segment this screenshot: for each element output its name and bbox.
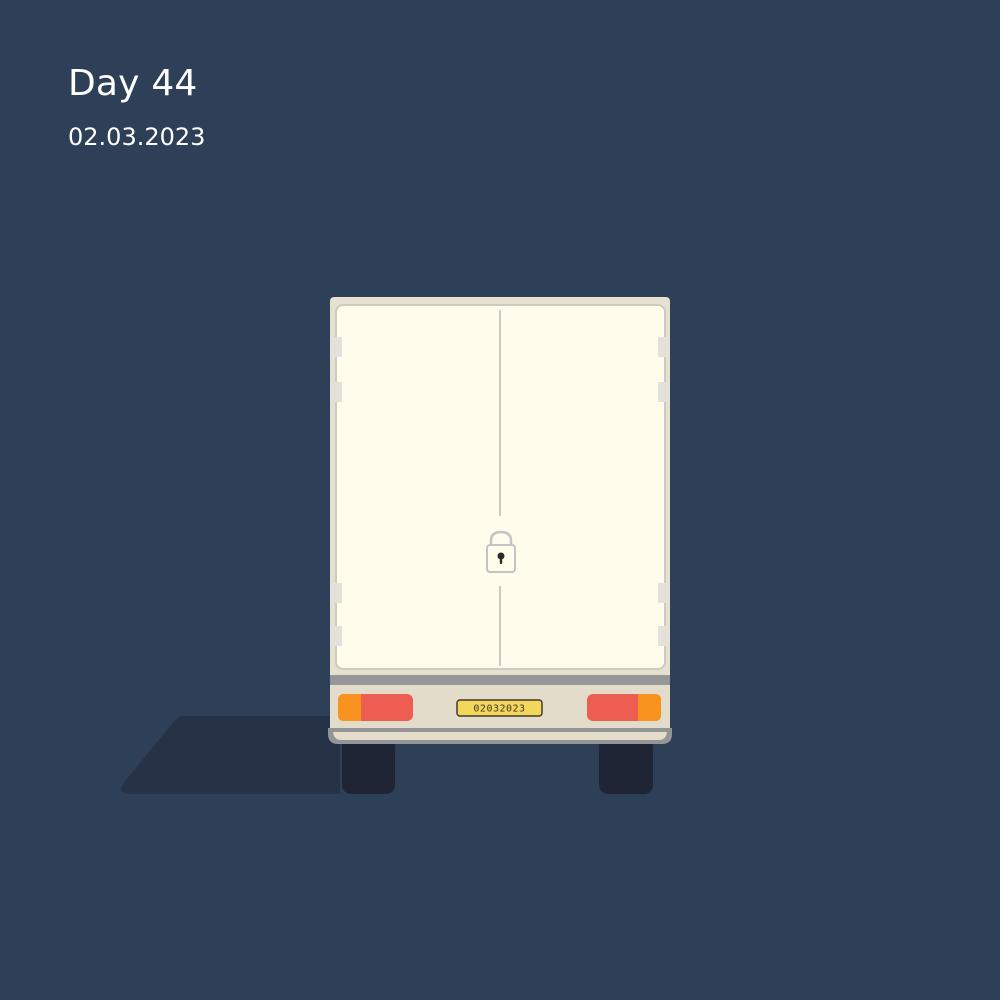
left-tail-light [338,694,413,721]
bumper-strip [330,675,670,685]
hinge [658,626,670,646]
hinge [658,382,670,402]
hinge [330,626,342,646]
license-plate: 02032023 [456,699,543,717]
hinge [658,583,670,603]
right-wheel [599,738,653,794]
truck-illustration: 02032023 [121,297,672,794]
truck-shadow [121,716,340,794]
license-plate-number: 02032023 [473,704,525,715]
hinge [658,337,670,357]
hinge [330,583,342,603]
right-tail-light [587,694,661,721]
left-wheel [342,738,395,794]
rear-step-inner [333,732,667,740]
hinge [330,382,342,402]
hinge [330,337,342,357]
